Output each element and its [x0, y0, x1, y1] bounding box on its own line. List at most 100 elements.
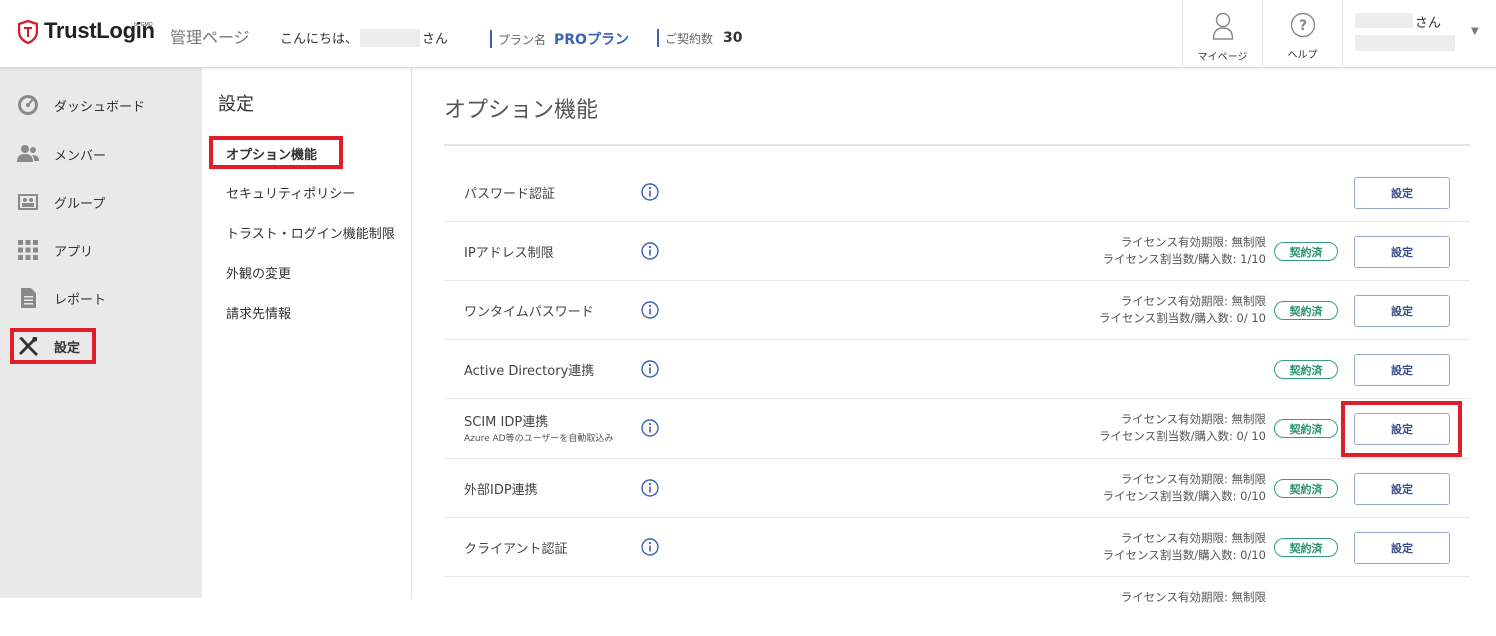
license-info: ライセンス有効期限: 無制限 ライセンス割当数/購入数: 0/10 — [1103, 471, 1267, 505]
option-row-ip-restriction: IPアドレス制限 ライセンス有効期限: 無制限 ライセンス割当数/購入数: 1/… — [444, 222, 1470, 281]
nav-label: アプリ — [54, 244, 94, 260]
license-count: ライセンス割当数/購入数: 0/ 10 — [1098, 429, 1266, 443]
info-icon[interactable] — [641, 479, 659, 497]
help-label: ヘルプ — [1287, 50, 1318, 61]
title-divider — [444, 144, 1470, 146]
option-name: Active Directory連携 — [464, 364, 595, 379]
option-name: IPアドレス制限 — [464, 246, 554, 261]
svg-text:?: ? — [1298, 18, 1306, 34]
plan-bar — [490, 30, 492, 48]
info-icon[interactable] — [641, 183, 659, 201]
license-count: ライセンス割当数/購入数: 0/ 10 — [1098, 311, 1266, 325]
settings-button[interactable]: 設定 — [1354, 354, 1450, 386]
option-name: ワンタイムパスワード — [464, 305, 594, 320]
subnav-item-appearance[interactable]: 外観の変更 — [226, 263, 291, 282]
info-icon[interactable] — [641, 242, 659, 260]
license-expiry: ライセンス有効期限: 無制限 — [1120, 472, 1266, 486]
nav-item-members[interactable]: メンバー — [0, 136, 202, 172]
chevron-down-icon[interactable]: ▼ — [1471, 26, 1479, 37]
apps-icon — [18, 240, 38, 260]
status-badge: 契約済 — [1274, 360, 1338, 379]
option-row-client-auth: クライアント認証 ライセンス有効期限: 無制限 ライセンス割当数/購入数: 0/… — [444, 518, 1470, 577]
nav-item-dashboard[interactable]: ダッシュボード — [0, 87, 202, 123]
contract-value: 30 — [723, 30, 743, 46]
mypage-button[interactable]: マイページ — [1182, 0, 1262, 68]
nav-item-apps[interactable]: アプリ — [0, 232, 202, 268]
status-badge: 契約済 — [1274, 419, 1338, 438]
plan-label: プラン名 — [498, 32, 547, 47]
mypage-label: マイページ — [1197, 52, 1248, 63]
settings-button[interactable]: 設定 — [1354, 295, 1450, 327]
info-icon[interactable] — [641, 419, 659, 437]
nav-item-report[interactable]: レポート — [0, 280, 202, 316]
main-content: オプション機能 パスワード認証 設定 IPアドレス制限 ライセンス有効期限: 無… — [412, 68, 1496, 604]
license-expiry: ライセンス有効期限: 無制限 — [1120, 412, 1266, 426]
page-title: オプション機能 — [444, 98, 599, 123]
settings-button[interactable]: 設定 — [1354, 177, 1450, 209]
info-icon[interactable] — [641, 538, 659, 556]
user-name-mask — [1355, 13, 1413, 28]
option-row-otp: ワンタイムパスワード ライセンス有効期限: 無制限 ライセンス割当数/購入数: … — [444, 281, 1470, 340]
username-mask — [360, 28, 421, 47]
status-badge: 契約済 — [1274, 538, 1338, 557]
contract-label: ご契約数 — [665, 31, 714, 46]
header: TrustLogin by GMO 管理ページ こんにちは、 さん プラン名 P… — [0, 0, 1496, 68]
report-icon — [21, 288, 36, 308]
help-button[interactable]: ? ヘルプ — [1262, 0, 1342, 68]
greeting-suffix: さん — [422, 32, 449, 47]
person-icon — [1212, 12, 1233, 40]
option-row-scim-idp: SCIM IDP連携 Azure AD等のユーザーを自動取込み ライセンス有効期… — [444, 399, 1470, 459]
admin-title: 管理ページ — [170, 28, 250, 47]
subnav-item-billing[interactable]: 請求先情報 — [226, 303, 291, 322]
settings-button[interactable]: 設定 — [1354, 532, 1450, 564]
license-info: ライセンス有効期限: 無制限 ライセンス割当数/購入数: 0/ 10 — [1099, 293, 1266, 327]
user-email-mask — [1355, 35, 1455, 51]
contract-info: ご契約数 30 — [657, 29, 743, 47]
members-icon — [17, 145, 39, 162]
option-name: クライアント認証 — [464, 542, 568, 557]
group-icon — [18, 194, 38, 210]
license-info: ライセンス有効期限: 無制限 ライセンス割当数/購入数: 0/10 — [1103, 530, 1267, 564]
status-badge: 契約済 — [1274, 301, 1338, 320]
nav-label: ダッシュボード — [54, 99, 146, 115]
settings-button[interactable]: 設定 — [1354, 236, 1450, 268]
option-row-password: パスワード認証 設定 — [444, 163, 1470, 222]
greeting-prefix: こんにちは、 — [280, 32, 359, 47]
option-row-partial: ライセンス有効期限: 無制限 — [444, 577, 1470, 636]
user-suffix: さん — [1415, 16, 1442, 31]
license-expiry: ライセンス有効期限: 無制限 — [1120, 531, 1266, 545]
plan-info: プラン名 PROプラン — [490, 29, 629, 49]
option-subtext: Azure AD等のユーザーを自動取込み — [464, 434, 614, 444]
dashboard-icon — [18, 95, 38, 115]
nav-label: メンバー — [54, 148, 107, 164]
subnav-item-security-policy[interactable]: セキュリティポリシー — [226, 183, 355, 202]
status-badge: 契約済 — [1274, 242, 1338, 261]
option-name: SCIM IDP連携 — [464, 415, 549, 430]
contract-bar — [657, 29, 659, 47]
help-icon: ? — [1290, 12, 1315, 38]
option-name: 外部IDP連携 — [464, 483, 538, 498]
highlight-box-options — [209, 136, 343, 169]
nav-label: グループ — [54, 196, 106, 212]
user-menu[interactable]: さん ▼ — [1342, 0, 1496, 68]
nav-item-groups[interactable]: グループ — [0, 184, 202, 220]
license-expiry: ライセンス有効期限: 無制限 — [1120, 294, 1266, 308]
subnav-item-trustlogin-restrictions[interactable]: トラスト・ログイン機能制限 — [226, 223, 395, 242]
highlight-box-scim-settings — [1341, 401, 1462, 457]
greeting: こんにちは、 さん — [280, 28, 448, 47]
option-row-external-idp: 外部IDP連携 ライセンス有効期限: 無制限 ライセンス割当数/購入数: 0/1… — [444, 459, 1470, 518]
status-badge: 契約済 — [1274, 479, 1338, 498]
nav-label: レポート — [54, 292, 107, 308]
license-count: ライセンス割当数/購入数: 0/10 — [1102, 548, 1267, 562]
info-icon[interactable] — [641, 301, 659, 319]
license-count: ライセンス割当数/購入数: 0/10 — [1102, 489, 1267, 503]
license-info: ライセンス有効期限: 無制限 ライセンス割当数/購入数: 1/10 — [1103, 234, 1267, 268]
plan-value: PROプラン — [554, 32, 629, 48]
info-icon[interactable] — [641, 360, 659, 378]
subnav-title: 設定 — [218, 94, 254, 115]
settings-button[interactable]: 設定 — [1354, 473, 1450, 505]
license-count: ライセンス割当数/購入数: 1/10 — [1102, 252, 1267, 266]
highlight-box-settings — [10, 328, 96, 364]
logo-sub: by GMO — [134, 22, 153, 28]
option-row-active-directory: Active Directory連携 契約済 設定 — [444, 340, 1470, 399]
